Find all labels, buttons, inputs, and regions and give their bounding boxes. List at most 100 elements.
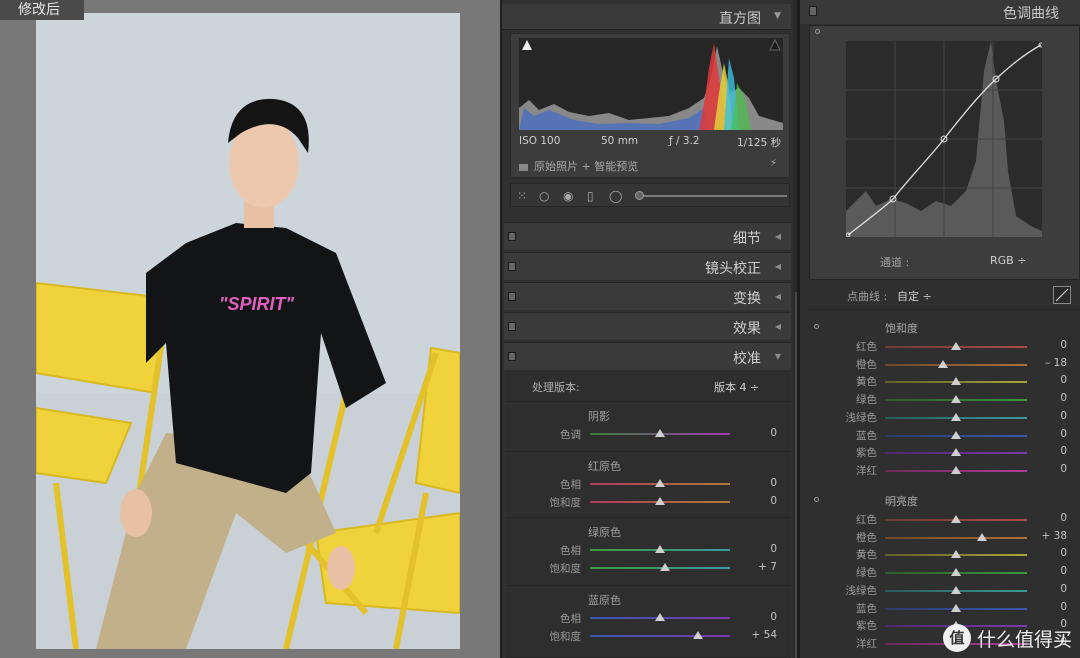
hsl-slider-value[interactable]: 0 [1060,512,1067,524]
histogram-header[interactable]: 直方图 ▼ [502,4,791,30]
channel-select[interactable]: RGB ÷ [990,254,1026,267]
slider-thumb[interactable] [659,563,670,571]
section-toggle[interactable] [809,6,817,16]
section-toggle[interactable] [508,292,516,301]
hsl-slider-thumb[interactable] [951,568,961,577]
hsl-slider-thumb[interactable] [951,342,961,350]
hsl-slider-value[interactable]: 0 [1060,601,1067,613]
section-toggle[interactable] [508,262,516,271]
process-version-label: 处理版本: [532,381,580,394]
target-adjust-icon[interactable] [815,29,820,34]
tone-curve-header[interactable]: 色调曲线 [800,0,1080,24]
hsl-slider-label: 洋红 [856,637,877,650]
section-lens-correction[interactable]: 镜头校正 ◀ [504,252,791,280]
slider-value[interactable]: 0 [770,611,777,623]
hsl-slider-thumb[interactable] [951,395,961,404]
expand-arrow-icon: ◀ [774,232,781,241]
hsl-slider-track[interactable] [885,536,1027,539]
red-eye-icon[interactable]: ◉ [563,189,573,203]
hsl-slider-value[interactable]: 0 [1060,410,1067,422]
hsl-slider-thumb[interactable] [951,465,961,474]
hsl-slider-thumb[interactable] [976,532,987,541]
slider-thumb[interactable] [655,479,665,487]
slider-thumb[interactable] [655,545,665,553]
calibration-group-title: 红原色 [588,460,621,473]
hsl-slider-row: 浅绿色 0 [809,582,1080,599]
process-version-select[interactable]: 版本 4 ÷ [714,379,759,395]
slider-thumb[interactable] [655,613,665,621]
slider-track[interactable] [590,635,730,637]
hsl-slider-thumb[interactable] [938,359,949,368]
watermark-logo: 值 [942,624,971,652]
section-effects[interactable]: 效果 ◀ [504,312,791,340]
hsl-slider-thumb[interactable] [951,412,961,421]
slider-thumb[interactable] [692,631,703,639]
hsl-slider-thumb[interactable] [951,603,961,612]
calibration-group: 蓝原色 色相 0 饱和度 + 54 [506,588,791,658]
radial-filter-icon[interactable]: ◯ [609,189,622,203]
target-adjust-icon[interactable] [814,497,819,502]
watermark: 值 什么值得买 [942,624,1072,652]
slider-thumb[interactable] [655,497,665,505]
hsl-slider-label: 红色 [856,514,877,526]
hsl-slider-value[interactable]: 0 [1060,374,1067,386]
hsl-slider-label: 红色 [856,341,877,353]
hsl-slider-label: 紫色 [856,447,877,460]
section-detail[interactable]: 细节 ◀ [504,222,791,250]
hsl-slider-value[interactable]: 0 [1060,565,1067,577]
hsl-slider-row: 蓝色 0 [809,427,1080,444]
hsl-slider-value[interactable]: 0 [1060,339,1067,351]
target-adjust-icon[interactable] [814,324,819,329]
slider-value[interactable]: 0 [770,495,777,507]
hsl-slider-value[interactable]: 0 [1060,547,1067,559]
hsl-slider-thumb[interactable] [951,515,961,523]
hsl-slider-row: 红色 0 [809,338,1080,355]
hsl-slider-thumb[interactable] [951,448,961,457]
hsl-slider-value[interactable]: – 18 [1045,357,1067,369]
slider-value[interactable]: + 54 [752,629,778,641]
hsl-slider-thumb[interactable] [951,430,961,439]
watermark-text: 什么值得买 [976,628,1072,651]
tone-curve-graph[interactable] [846,41,1042,237]
calibration-group: 阴影 色调 0 [506,404,791,452]
hsl-slider-label: 绿色 [856,394,877,407]
section-toggle[interactable] [508,352,516,361]
photo-illustration: "SPIRIT" [36,13,460,649]
hsl-slider-value[interactable]: 0 [1060,428,1067,440]
crop-grid-icon[interactable]: ⁙ [517,189,527,203]
curve-icon [1055,288,1069,302]
slider-value[interactable]: 0 [770,477,777,489]
hsl-slider-value[interactable]: + 38 [1042,530,1068,542]
flash-icon[interactable]: ⚡ [770,158,777,169]
slider-value[interactable]: + 7 [758,561,777,573]
point-curve-select[interactable]: 自定 ÷ [897,288,932,304]
section-toggle[interactable] [508,322,516,331]
brush-slider-knob[interactable] [635,191,644,200]
spot-removal-icon[interactable]: ○ [539,189,549,203]
photo-image[interactable]: "SPIRIT" [36,13,460,649]
hsl-slider-value[interactable]: 0 [1060,392,1067,404]
slider-thumb[interactable] [655,429,665,437]
develop-middle-panel: 直方图 ▼ ISO 100 50 mm ƒ / 3.2 1/125 秒 原始照片… [500,0,799,658]
hsl-slider-track[interactable] [885,363,1027,366]
slider-label: 色相 [560,545,581,557]
hsl-slider-thumb[interactable] [951,377,961,386]
slider-value[interactable]: 0 [770,427,777,439]
hsl-slider-thumb[interactable] [951,550,961,559]
edit-point-curve-button[interactable] [1053,286,1071,304]
slider-value[interactable]: 0 [770,543,777,555]
calibration-group-title: 蓝原色 [588,594,621,607]
graduated-filter-icon[interactable]: ▯ [587,189,594,203]
slider-label: 色调 [560,429,581,441]
hsl-slider-value[interactable]: 0 [1060,445,1067,457]
section-calibration[interactable]: 校准 ▼ [504,342,791,370]
collapse-arrow-icon: ▼ [774,352,781,361]
section-transform[interactable]: 变换 ◀ [504,282,791,310]
shirt-print: "SPIRIT" [219,294,295,314]
section-toggle[interactable] [508,232,516,241]
hsl-slider-value[interactable]: 0 [1060,463,1067,475]
hsl-slider-thumb[interactable] [951,585,961,594]
hsl-slider-value[interactable]: 0 [1060,583,1067,595]
brush-slider-track[interactable] [641,195,787,197]
calibration-group: 绿原色 色相 0 饱和度 + 7 [506,520,791,586]
